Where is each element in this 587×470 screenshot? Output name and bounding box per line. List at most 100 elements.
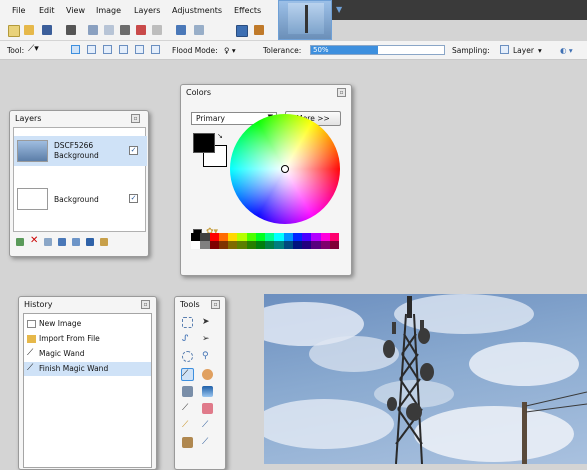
lasso-select-icon[interactable]: ᔑ xyxy=(182,334,193,345)
menu-effects[interactable]: Effects xyxy=(234,6,261,15)
tolerance-slider[interactable]: 50% xyxy=(310,45,445,55)
move-selection-icon[interactable]: ➤ xyxy=(202,317,213,328)
zoom-icon[interactable]: ⚲ xyxy=(202,351,213,362)
ellipse-select-icon[interactable] xyxy=(182,351,193,362)
layer-thumbnail xyxy=(17,140,48,162)
menu-file[interactable]: File xyxy=(12,6,25,15)
deselect-icon[interactable] xyxy=(152,25,162,35)
undo-icon[interactable] xyxy=(176,25,186,35)
sampling-label: Sampling: xyxy=(452,46,490,55)
move-selected-icon[interactable]: ➢ xyxy=(202,334,213,345)
recolor-icon[interactable]: ⟋ xyxy=(202,437,213,448)
flood-mode-label: Flood Mode: xyxy=(172,46,218,55)
history-item-label: New Image xyxy=(39,319,82,328)
menu-image[interactable]: Image xyxy=(96,6,121,15)
layer-name: Background xyxy=(54,195,99,204)
tools-panel-close-button[interactable]: ▫ xyxy=(211,300,220,309)
sampling-dropdown-arrow-icon[interactable]: ▾ xyxy=(538,46,542,55)
menu-edit[interactable]: Edit xyxy=(39,6,55,15)
image-canvas[interactable] xyxy=(264,294,587,464)
tools-panel-title: Tools xyxy=(180,300,200,309)
color-palette[interactable] xyxy=(191,233,339,249)
rectangle-select-icon[interactable] xyxy=(182,317,193,328)
move-layer-up-icon[interactable] xyxy=(72,238,80,246)
paste-icon[interactable] xyxy=(120,25,130,35)
selection-mode-exclude-icon[interactable] xyxy=(103,45,112,54)
history-item-selected[interactable]: ⟋ Finish Magic Wand xyxy=(24,362,151,376)
layers-panel-close-button[interactable]: ▫ xyxy=(131,114,140,123)
tools-panel: Tools ▫ ➤ ᔑ ➢ ⚲ ⟋ ⟋ ⟋ ⟋ ⟋ xyxy=(174,296,226,470)
new-image-icon xyxy=(27,320,36,328)
photo-tower-sky xyxy=(264,294,587,464)
ruler-icon[interactable] xyxy=(254,25,264,35)
eraser-icon[interactable] xyxy=(202,403,213,414)
menu-adjustments[interactable]: Adjustments xyxy=(172,6,222,15)
color-mode-value: Primary xyxy=(196,114,225,123)
tab-dropdown-icon[interactable]: ▼ xyxy=(336,5,342,14)
history-panel-close-button[interactable]: ▫ xyxy=(141,300,150,309)
menu-view[interactable]: View xyxy=(66,6,85,15)
crop-icon[interactable] xyxy=(136,25,146,35)
tolerance-value: 50% xyxy=(313,46,329,54)
paint-bucket-icon[interactable] xyxy=(182,386,193,397)
gradient-icon[interactable] xyxy=(202,386,213,397)
current-tool-magic-wand-icon[interactable]: ⟋▾ xyxy=(28,44,39,54)
history-item[interactable]: ⟋ Magic Wand xyxy=(24,347,151,361)
layer-thumbnail xyxy=(17,188,48,210)
merge-layer-down-icon[interactable] xyxy=(58,238,66,246)
layer-name: DSCF5266 xyxy=(54,141,94,150)
grid-icon[interactable] xyxy=(236,25,248,37)
antialias-icon[interactable]: ◐ ▾ xyxy=(560,46,573,55)
layers-list: DSCF5266 Background ✓ Background ✓ xyxy=(13,127,147,232)
copy-icon[interactable] xyxy=(104,25,114,35)
pencil-icon[interactable]: ⟋ xyxy=(182,420,193,431)
swap-colors-icon[interactable]: ↘ xyxy=(217,132,223,140)
open-icon[interactable] xyxy=(24,25,34,35)
sampling-dropdown[interactable]: Layer xyxy=(513,46,534,55)
selection-mode-intersect-icon[interactable] xyxy=(135,45,144,54)
cut-icon[interactable] xyxy=(88,25,98,35)
color-wheel-marker-icon[interactable] xyxy=(281,165,289,173)
layers-panel-title: Layers xyxy=(15,114,42,123)
paintbrush-icon[interactable]: ⟋ xyxy=(182,403,193,414)
magic-wand-icon: ⟋ xyxy=(27,363,34,373)
history-item-label: Magic Wand xyxy=(39,349,85,358)
sampling-layer-icon xyxy=(500,45,509,54)
flood-mode-dropdown-icon[interactable]: ♀ ▾ xyxy=(224,46,236,55)
redo-icon[interactable] xyxy=(194,25,204,35)
colors-panel-close-button[interactable]: ▫ xyxy=(337,88,346,97)
layer-properties-icon[interactable] xyxy=(100,238,108,246)
selection-mode-invert-icon[interactable] xyxy=(151,45,160,54)
layer-row-background[interactable]: Background ✓ xyxy=(14,184,147,214)
history-item[interactable]: New Image xyxy=(24,317,151,331)
primary-color-swatch[interactable] xyxy=(193,133,215,153)
save-icon[interactable] xyxy=(42,25,52,35)
layer-visible-checkbox[interactable]: ✓ xyxy=(129,194,138,203)
magic-wand-icon[interactable]: ⟋ xyxy=(181,368,194,381)
color-wheel[interactable] xyxy=(230,114,340,224)
pan-icon[interactable] xyxy=(202,369,213,380)
menu-layers[interactable]: Layers xyxy=(134,6,160,15)
history-item-label: Finish Magic Wand xyxy=(39,364,109,373)
move-layer-down-icon[interactable] xyxy=(86,238,94,246)
colors-panel-title: Colors xyxy=(186,88,212,97)
layer-visible-checkbox[interactable]: ✓ xyxy=(129,146,138,155)
layer-row-dscf5266[interactable]: DSCF5266 Background ✓ xyxy=(14,136,147,166)
color-picker-icon[interactable]: ⟋ xyxy=(202,420,213,431)
tolerance-label: Tolerance: xyxy=(263,46,302,55)
history-item-label: Import From File xyxy=(39,334,100,343)
print-icon[interactable] xyxy=(66,25,76,35)
duplicate-layer-icon[interactable] xyxy=(44,238,52,246)
history-item[interactable]: Import From File xyxy=(24,332,151,346)
selection-mode-replace-icon[interactable] xyxy=(71,45,80,54)
layers-panel: Layers ▫ DSCF5266 Background ✓ Backgroun… xyxy=(9,110,149,257)
clone-stamp-icon[interactable] xyxy=(182,437,193,448)
new-icon[interactable] xyxy=(8,25,20,37)
colors-panel: Colors ▫ Primary ▼ More >> ↘ ✿▾ xyxy=(180,84,352,276)
add-layer-icon[interactable] xyxy=(16,238,24,246)
image-tab-thumbnail[interactable] xyxy=(278,0,332,40)
selection-mode-xor-icon[interactable] xyxy=(119,45,128,54)
history-panel-title: History xyxy=(24,300,53,309)
delete-layer-icon[interactable]: ✕ xyxy=(30,236,38,246)
selection-mode-union-icon[interactable] xyxy=(87,45,96,54)
